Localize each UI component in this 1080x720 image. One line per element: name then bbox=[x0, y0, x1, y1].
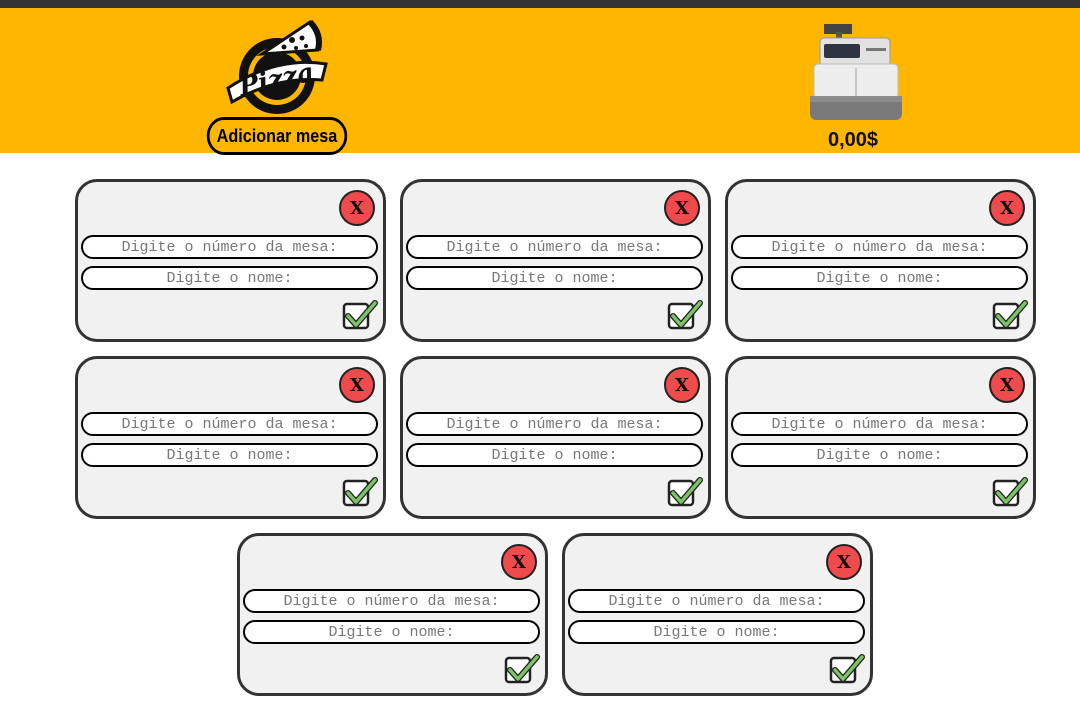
customer-name-input[interactable] bbox=[243, 620, 540, 644]
top-bar bbox=[0, 0, 1080, 8]
table-card: X bbox=[400, 179, 711, 342]
pizza-logo: Pizza bbox=[222, 16, 332, 116]
cash-register-icon bbox=[800, 22, 906, 122]
customer-name-input[interactable] bbox=[81, 443, 378, 467]
table-card: X bbox=[725, 356, 1036, 519]
table-number-input[interactable] bbox=[406, 235, 703, 259]
confirm-checkbox-icon[interactable] bbox=[992, 300, 1028, 332]
table-card: X bbox=[237, 533, 548, 696]
customer-name-input[interactable] bbox=[731, 266, 1028, 290]
table-card: X bbox=[75, 356, 386, 519]
table-number-input[interactable] bbox=[406, 412, 703, 436]
table-number-input[interactable] bbox=[243, 589, 540, 613]
confirm-checkbox-icon[interactable] bbox=[829, 654, 865, 686]
table-number-input[interactable] bbox=[81, 235, 378, 259]
close-card-button[interactable]: X bbox=[501, 544, 537, 580]
close-card-button[interactable]: X bbox=[664, 367, 700, 403]
table-number-input[interactable] bbox=[568, 589, 865, 613]
table-number-input[interactable] bbox=[731, 412, 1028, 436]
confirm-checkbox-icon[interactable] bbox=[667, 477, 703, 509]
close-card-button[interactable]: X bbox=[826, 544, 862, 580]
close-card-button[interactable]: X bbox=[664, 190, 700, 226]
close-card-button[interactable]: X bbox=[989, 367, 1025, 403]
table-card: X bbox=[400, 356, 711, 519]
close-card-button[interactable]: X bbox=[339, 190, 375, 226]
customer-name-input[interactable] bbox=[731, 443, 1028, 467]
table-number-input[interactable] bbox=[731, 235, 1028, 259]
close-card-button[interactable]: X bbox=[989, 190, 1025, 226]
table-card: X bbox=[725, 179, 1036, 342]
confirm-checkbox-icon[interactable] bbox=[504, 654, 540, 686]
close-card-button[interactable]: X bbox=[339, 367, 375, 403]
header: Pizza Adicionar mesa 0,00$ bbox=[0, 8, 1080, 155]
add-table-button[interactable]: Adicionar mesa bbox=[206, 117, 348, 155]
table-card: X bbox=[75, 179, 386, 342]
total-amount: 0,00$ bbox=[827, 129, 879, 151]
customer-name-input[interactable] bbox=[406, 443, 703, 467]
confirm-checkbox-icon[interactable] bbox=[667, 300, 703, 332]
customer-name-input[interactable] bbox=[406, 266, 703, 290]
confirm-checkbox-icon[interactable] bbox=[992, 477, 1028, 509]
confirm-checkbox-icon[interactable] bbox=[342, 477, 378, 509]
customer-name-input[interactable] bbox=[81, 266, 378, 290]
customer-name-input[interactable] bbox=[568, 620, 865, 644]
table-card: X bbox=[562, 533, 873, 696]
table-number-input[interactable] bbox=[81, 412, 378, 436]
confirm-checkbox-icon[interactable] bbox=[342, 300, 378, 332]
